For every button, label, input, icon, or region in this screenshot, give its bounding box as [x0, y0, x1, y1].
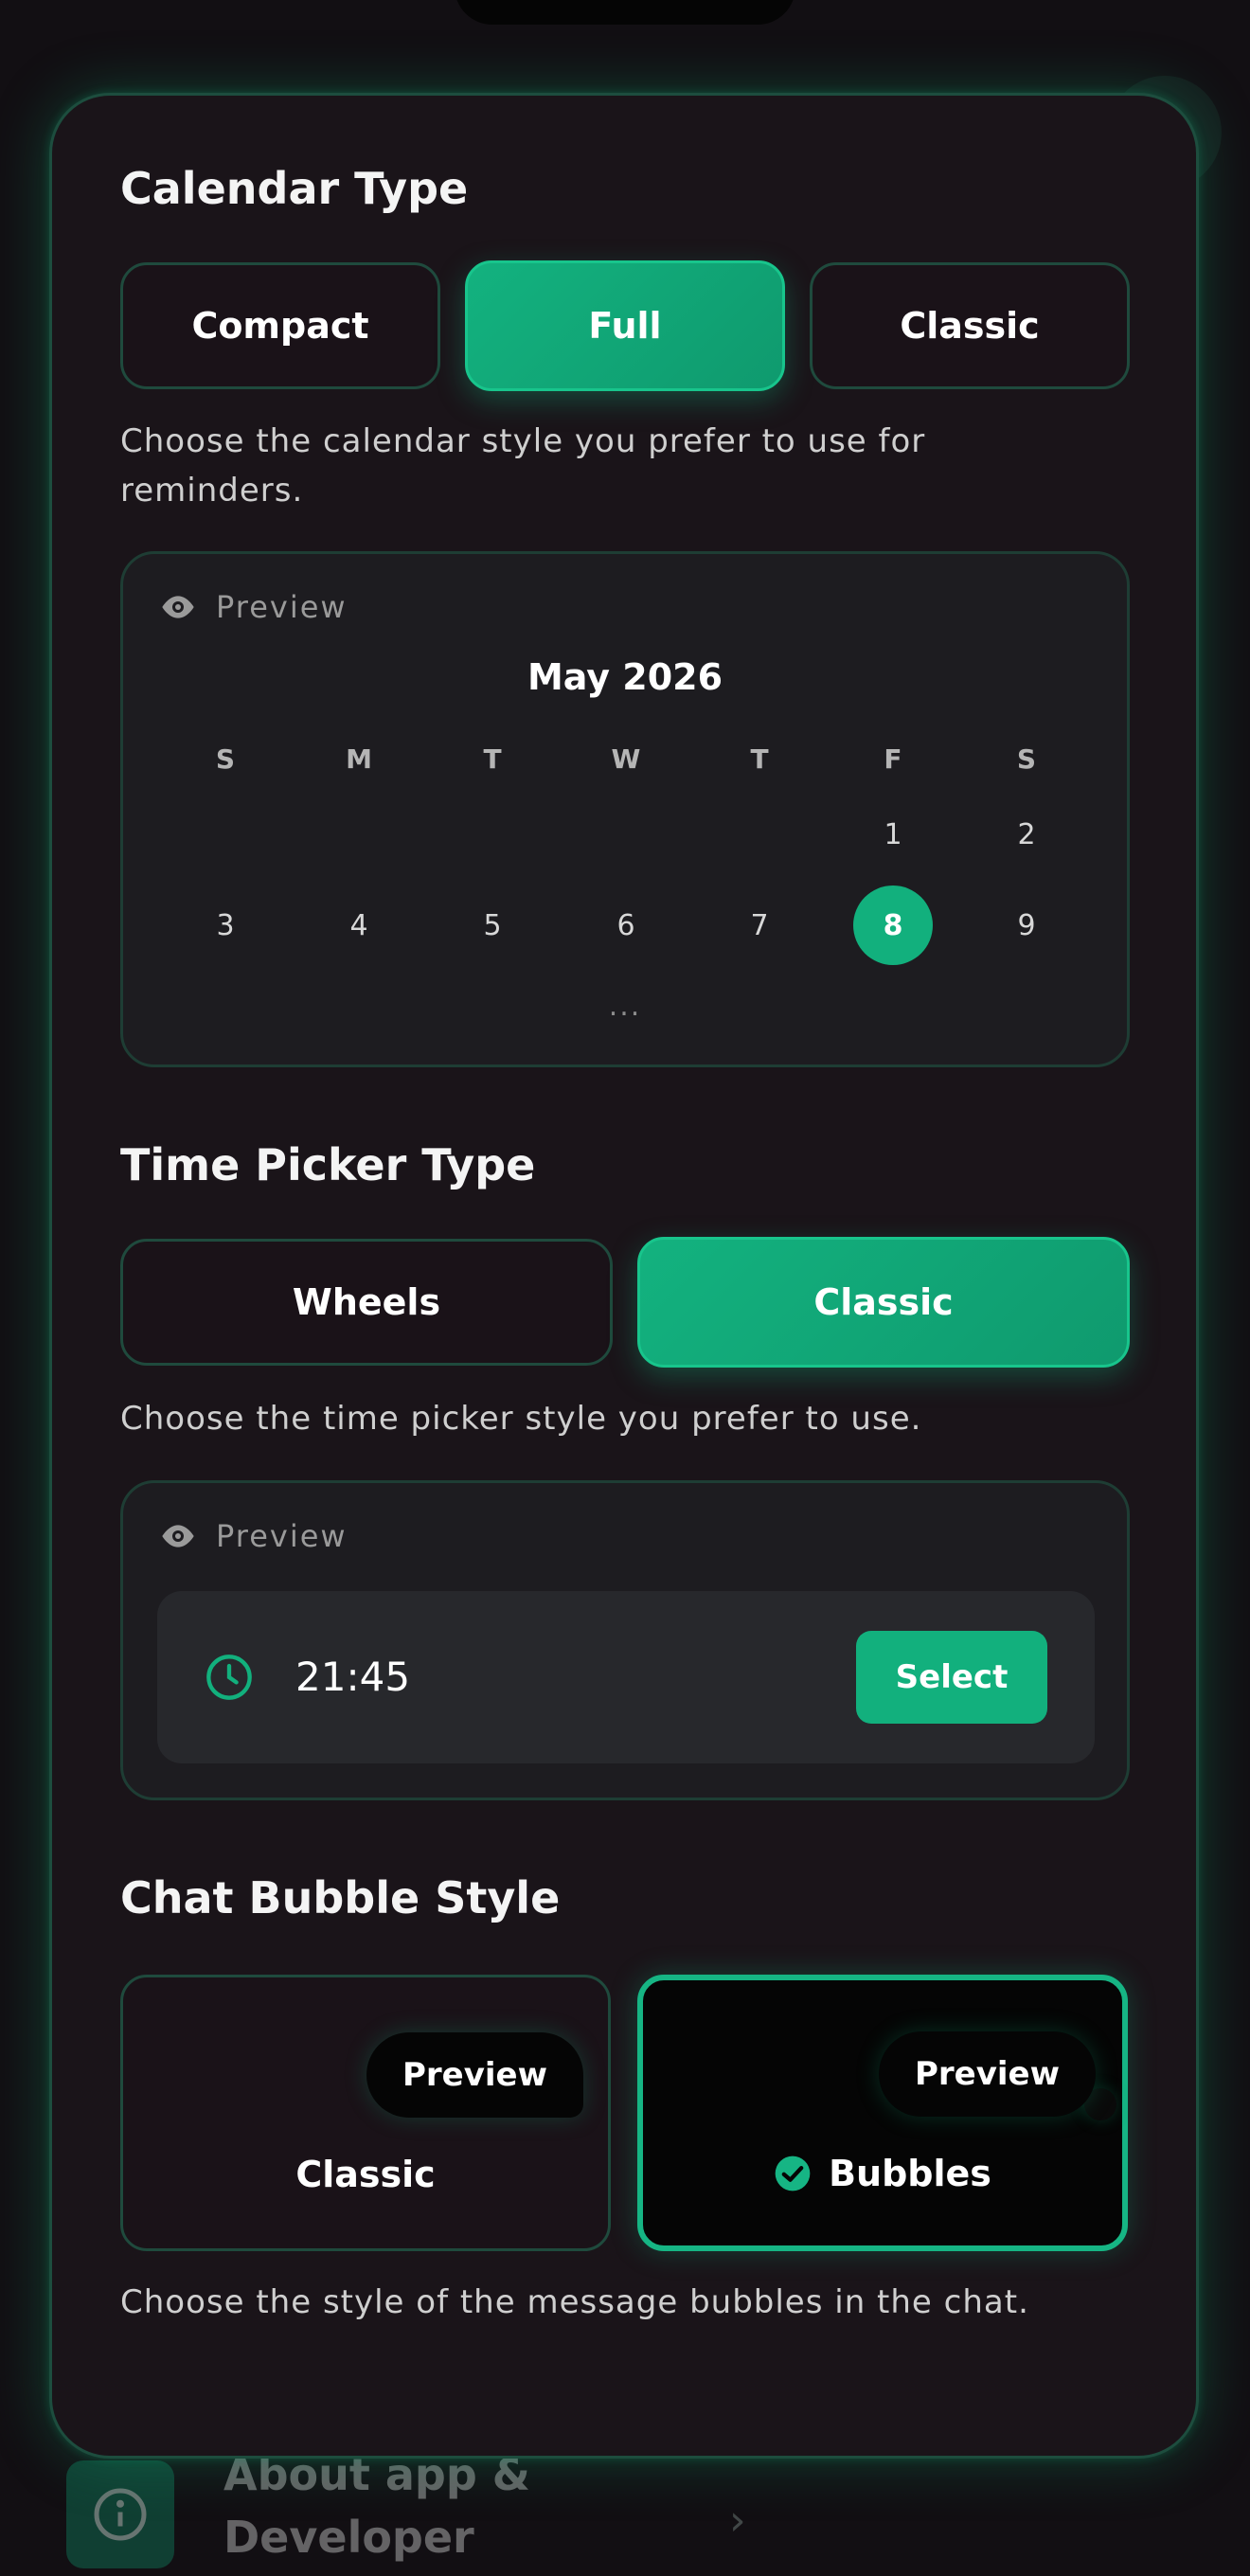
bubble-style-label-text: Bubbles	[829, 2153, 991, 2194]
preview-label: Preview	[159, 1517, 348, 1555]
bubble-style-label: Bubbles	[643, 2153, 1122, 2194]
calendar-preview: Preview May 2026 S M T W T F S 1 2 3 4 5…	[120, 551, 1130, 1067]
preview-label: Preview	[159, 588, 348, 626]
about-app-row: About app & Developer ›	[66, 2443, 824, 2576]
chat-bubble-description: Choose the style of the message bubbles …	[120, 2283, 1029, 2321]
calendar-day-selected[interactable]: 8	[853, 886, 933, 965]
calendar-more: ...	[608, 990, 642, 1023]
calendar-day[interactable]: 7	[720, 886, 799, 965]
calendar-day[interactable]: 3	[186, 886, 265, 965]
weekday-header: S	[1016, 742, 1037, 775]
time-picker-option-classic[interactable]: Classic	[637, 1237, 1130, 1368]
info-icon	[66, 2460, 174, 2568]
bubble-style-label: Classic	[123, 2154, 608, 2195]
preview-bubble: Preview	[878, 2031, 1096, 2117]
calendar-day	[453, 795, 532, 874]
calendar-day[interactable]: 9	[987, 886, 1066, 965]
calendar-month: May 2026	[527, 656, 723, 698]
weekday-header: T	[483, 742, 502, 775]
clock-icon	[206, 1655, 252, 1700]
time-value: 21:45	[295, 1654, 411, 1700]
chevron-right-icon: ›	[729, 2496, 746, 2545]
check-circle-icon	[775, 2156, 811, 2191]
eye-icon	[162, 1525, 194, 1547]
preview-bubble: Preview	[366, 2032, 583, 2118]
preview-label-text: Preview	[216, 589, 348, 625]
calendar-day[interactable]: 2	[987, 795, 1066, 874]
bubble-style-label-text: Classic	[295, 2154, 436, 2195]
time-picker-option-wheels[interactable]: Wheels	[120, 1239, 613, 1366]
calendar-day	[586, 795, 666, 874]
calendar-day	[319, 795, 399, 874]
bubble-style-bubbles[interactable]: Preview Bubbles	[637, 1975, 1128, 2251]
calendar-option-full[interactable]: Full	[465, 260, 785, 391]
weekday-header: F	[884, 742, 902, 775]
eye-icon	[162, 596, 194, 618]
weekday-header: W	[611, 742, 641, 775]
chat-bubble-title: Chat Bubble Style	[120, 1872, 561, 1923]
time-picker-description: Choose the time picker style you prefer …	[120, 1400, 922, 1438]
calendar-day	[186, 795, 265, 874]
time-picker-preview: Preview 21:45 Select	[120, 1480, 1130, 1800]
calendar-description: Choose the calendar style you prefer to …	[120, 422, 926, 510]
calendar-day[interactable]: 4	[319, 886, 399, 965]
calendar-type-title: Calendar Type	[120, 163, 469, 214]
calendar-day[interactable]: 6	[586, 886, 666, 965]
about-app-label: About app & Developer	[223, 2449, 530, 2563]
calendar-option-classic[interactable]: Classic	[810, 262, 1130, 389]
weekday-header: T	[750, 742, 769, 775]
calendar-option-compact[interactable]: Compact	[120, 262, 440, 389]
calendar-day[interactable]: 1	[853, 795, 933, 874]
calendar-day[interactable]: 5	[453, 886, 532, 965]
calendar-day	[720, 795, 799, 874]
bubble-style-classic[interactable]: Preview Classic	[120, 1975, 611, 2251]
weekday-header: S	[215, 742, 236, 775]
weekday-header: M	[346, 742, 372, 775]
time-field[interactable]: 21:45 Select	[157, 1591, 1095, 1763]
select-button[interactable]: Select	[856, 1631, 1047, 1724]
time-picker-title: Time Picker Type	[120, 1139, 536, 1190]
preview-label-text: Preview	[216, 1518, 348, 1554]
device-notch	[455, 0, 795, 25]
